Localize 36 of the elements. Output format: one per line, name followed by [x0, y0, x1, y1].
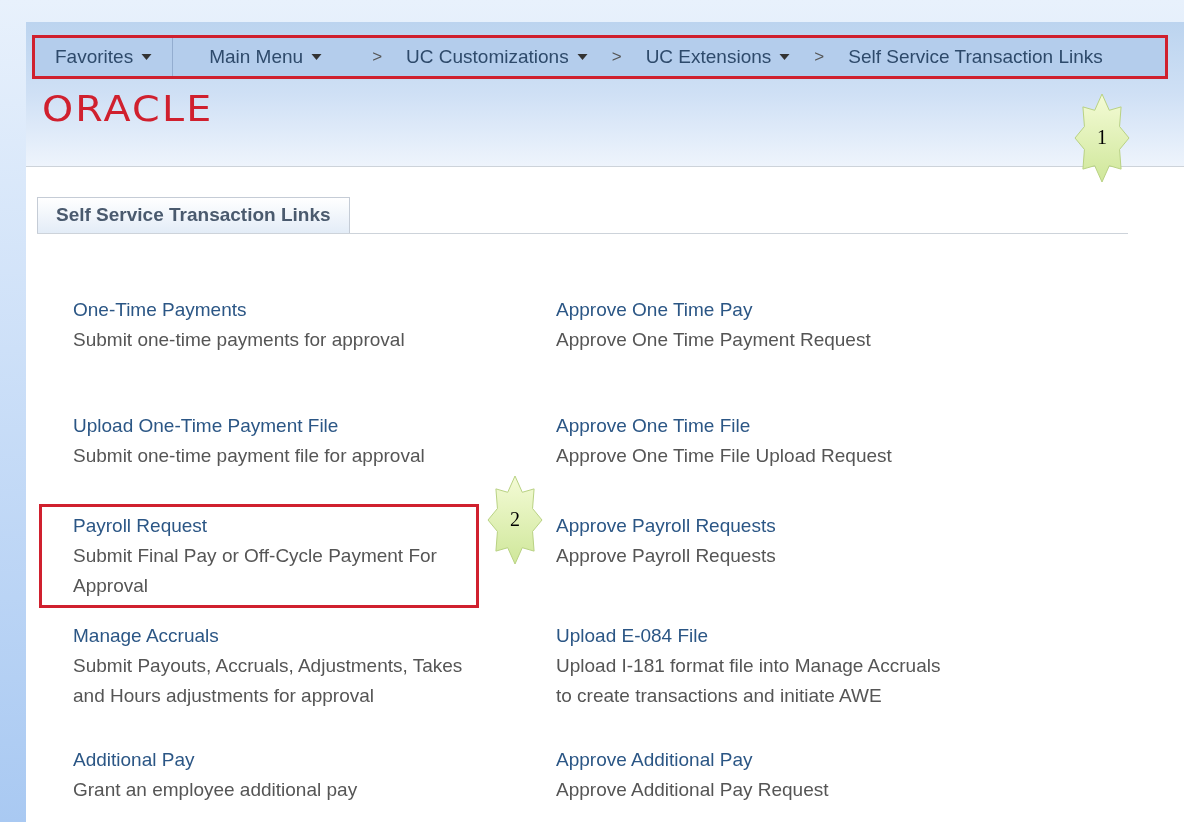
link-description: Approve Payroll Requests: [556, 544, 777, 568]
caret-icon: [576, 54, 588, 60]
link-description: Upload I-181 format file into Manage Accruals to create transactions and initiate AWE: [556, 654, 941, 708]
link-description: Approve One Time File Upload Request: [556, 444, 893, 468]
breadcrumb-menu[interactable]: Favorites: [35, 38, 174, 76]
breadcrumb-menu[interactable]: UC Customizations: [406, 38, 588, 76]
transaction-link[interactable]: Approve One Time File: [556, 414, 1116, 438]
link-description: Approve Additional Pay Request: [556, 778, 830, 802]
callout-number: 1: [1096, 126, 1108, 148]
transaction-link[interactable]: Approve One Time Pay: [556, 298, 1116, 322]
breadcrumb-separator: >: [611, 46, 622, 69]
transaction-link[interactable]: Additional Pay: [73, 748, 556, 772]
link-description: Submit one-time payment file for approval: [73, 444, 426, 468]
oracle-logo: ORACLE: [42, 91, 214, 127]
breadcrumb-menu[interactable]: Self Service Transaction Links: [848, 38, 1103, 76]
caret-icon: [311, 54, 323, 60]
transaction-link[interactable]: Payroll Request: [73, 514, 464, 538]
link-description: Submit one-time payments for approval: [73, 328, 406, 352]
transaction-link[interactable]: Upload One-Time Payment File: [73, 414, 556, 438]
breadcrumb-separator: >: [814, 46, 825, 69]
link-description: Grant an employee additional pay: [73, 778, 359, 802]
transaction-link[interactable]: One-Time Payments: [73, 298, 556, 322]
link-description: Approve One Time Payment Request: [556, 328, 872, 352]
link-description: Submit Payouts, Accruals, Adjustments, Takes and Hours adjustments for approval: [73, 654, 464, 708]
breadcrumb-menu[interactable]: UC Extensions: [645, 38, 791, 76]
breadcrumb-menu[interactable]: Main Menu: [173, 38, 349, 76]
transaction-link[interactable]: Approve Payroll Requests: [556, 514, 1116, 538]
transaction-link[interactable]: Manage Accruals: [73, 624, 556, 648]
link-description: Submit Final Pay or Off-Cycle Payment For Approval: [73, 544, 438, 598]
breadcrumb-separator: >: [372, 46, 383, 69]
callout-number: 2: [509, 508, 521, 530]
page-tab[interactable]: Self Service Transaction Links: [37, 197, 350, 233]
transaction-link[interactable]: Upload E-084 File: [556, 624, 1116, 648]
caret-icon: [141, 54, 153, 60]
caret-icon: [779, 54, 791, 60]
transaction-link[interactable]: Approve Additional Pay: [556, 748, 1116, 772]
